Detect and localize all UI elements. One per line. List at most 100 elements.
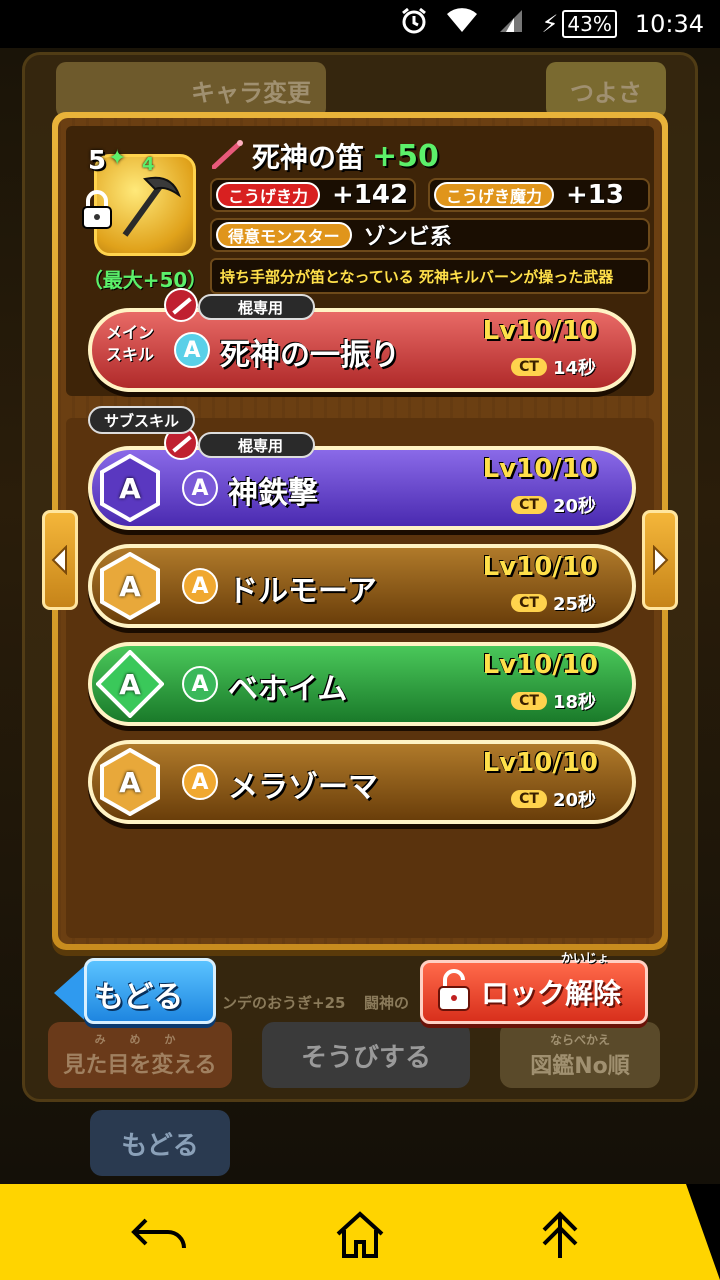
sub-skill-cooldown: CT 20秒 bbox=[511, 786, 596, 812]
background-item-label: 闘神の bbox=[364, 994, 410, 1012]
weapon-detail-panel: 5 ✦ 4 （最大+50） 死神の笛 +50 こうげき力 +142 こうげき魔力… bbox=[52, 112, 668, 950]
ct-badge: CT bbox=[511, 358, 547, 376]
magic-stat: こうげき魔力 +13 bbox=[428, 178, 650, 212]
back-button[interactable]: もどる bbox=[54, 958, 216, 1028]
main-skill-cooldown: CT 14秒 bbox=[511, 354, 596, 380]
home-nav-button[interactable] bbox=[330, 1204, 390, 1264]
sparkle-icon: ✦ bbox=[108, 146, 127, 171]
sub-skill-level: Lv10/10 bbox=[482, 454, 598, 484]
weapon-sub-level: 4 bbox=[142, 154, 155, 175]
weapon-description: 持ち手部分が笛となっている 死神キルバーンが操った武器 bbox=[210, 258, 650, 294]
signal-icon bbox=[496, 8, 524, 40]
ct-value: 20秒 bbox=[552, 790, 596, 811]
chevron-right-icon bbox=[653, 545, 669, 575]
weapon-plus: +50 bbox=[372, 138, 439, 174]
sort-button: ならべかえ 図鑑No順 bbox=[500, 1022, 660, 1088]
scythe-icon bbox=[122, 176, 182, 237]
up-arrows-icon bbox=[542, 1211, 578, 1258]
clock: 10:34 bbox=[634, 10, 704, 38]
main-skill-name: 死神の一振り bbox=[220, 338, 400, 373]
rank-a-badge: A bbox=[182, 764, 218, 800]
home-icon bbox=[336, 1211, 384, 1258]
ct-value: 14秒 bbox=[552, 358, 596, 379]
staff-only-tag: 棍専用 bbox=[198, 294, 316, 320]
ct-value: 25秒 bbox=[552, 594, 596, 615]
background-back-button: もどる bbox=[90, 1110, 230, 1176]
sub-skill-name: メラゾーマ bbox=[228, 770, 378, 805]
skill-hex-icon: A bbox=[96, 454, 164, 522]
rank-a-badge: A bbox=[182, 470, 218, 506]
staff-only-tag: 棍専用 bbox=[198, 432, 316, 458]
attack-value: +142 bbox=[332, 180, 409, 210]
ct-badge: CT bbox=[511, 496, 547, 514]
back-button-label: もどる bbox=[94, 980, 184, 1015]
back-nav-icon bbox=[131, 1218, 186, 1249]
main-skill-level: Lv10/10 bbox=[482, 316, 598, 346]
navigation-bar bbox=[0, 1184, 720, 1280]
attack-label: こうげき力 bbox=[216, 182, 321, 208]
magic-label: こうげき魔力 bbox=[434, 182, 555, 208]
attack-stat: こうげき力 +142 bbox=[210, 178, 416, 212]
weapon-level: 5 bbox=[88, 146, 107, 176]
sub-skill-row[interactable]: A 棍専用 A 神鉄撃 Lv10/10 CT 20秒 bbox=[88, 426, 636, 530]
ct-value: 18秒 bbox=[552, 692, 596, 713]
rank-a-badge: A bbox=[182, 666, 218, 702]
next-arrow-button[interactable] bbox=[642, 510, 678, 610]
favorite-value: ゾンビ系 bbox=[363, 225, 452, 250]
status-bar: ⚡ 43% 10:34 bbox=[0, 0, 720, 48]
skill-hex-icon: A bbox=[96, 650, 164, 718]
favorite-label: 得意モンスター bbox=[216, 222, 352, 248]
weapon-name: 死神の笛 bbox=[252, 141, 365, 174]
sub-skill-cooldown: CT 20秒 bbox=[511, 492, 596, 518]
recent-nav-button[interactable] bbox=[530, 1204, 590, 1264]
sub-skill-row[interactable]: A A ベホイム Lv10/10 CT 18秒 bbox=[88, 642, 636, 726]
sub-skill-level: Lv10/10 bbox=[482, 650, 598, 680]
unlock-button[interactable]: かいじょ ロック解除 bbox=[420, 951, 648, 1024]
rank-a-badge: A bbox=[182, 568, 218, 604]
skill-hex-icon: A bbox=[96, 748, 164, 816]
unlock-ruby: かいじょ bbox=[561, 951, 610, 965]
weapon-title: 死神の笛 +50 bbox=[211, 136, 439, 176]
background-item-label: ンデのおうぎ+25 bbox=[222, 994, 346, 1012]
navbar-corner bbox=[686, 1184, 720, 1280]
sub-skill-cooldown: CT 18秒 bbox=[511, 688, 596, 714]
back-nav-button[interactable] bbox=[130, 1204, 190, 1264]
main-skill-row[interactable]: メイン スキル 棍専用 A 死神の一振り Lv10/10 CT 14秒 bbox=[88, 288, 636, 392]
magic-value: +13 bbox=[566, 180, 624, 210]
sub-skill-name: ベホイム bbox=[228, 672, 348, 707]
sub-skill-level: Lv10/10 bbox=[482, 748, 598, 778]
previous-arrow-button[interactable] bbox=[42, 510, 78, 610]
unlock-button-label: ロック解除 bbox=[481, 977, 622, 1010]
sub-skill-name: ドルモーア bbox=[228, 574, 377, 609]
ct-value: 20秒 bbox=[552, 496, 596, 517]
unlock-icon bbox=[435, 968, 473, 1016]
ct-badge: CT bbox=[511, 692, 547, 710]
flute-icon bbox=[211, 139, 244, 173]
panel-body: 5 ✦ 4 （最大+50） 死神の笛 +50 こうげき力 +142 こうげき魔力… bbox=[58, 118, 662, 944]
equip-button: そうびする bbox=[262, 1022, 470, 1088]
battery-percent: 43% bbox=[562, 10, 617, 38]
sub-skill-row[interactable]: A A メラゾーマ Lv10/10 CT 20秒 bbox=[88, 740, 636, 824]
lock-icon bbox=[80, 190, 114, 234]
tab-change-character: キャラ変更 bbox=[56, 62, 326, 118]
ct-badge: CT bbox=[511, 790, 547, 808]
battery-indicator: ⚡ 43% bbox=[542, 10, 617, 38]
max-refine-label: （最大+50） bbox=[82, 268, 208, 292]
alarm-icon bbox=[400, 7, 428, 41]
staff-only-icon bbox=[164, 288, 198, 322]
chevron-left-icon bbox=[51, 545, 67, 575]
skill-hex-icon: A bbox=[96, 552, 164, 620]
rank-a-badge: A bbox=[174, 332, 210, 368]
charging-icon: ⚡ bbox=[541, 10, 559, 38]
sub-skill-cooldown: CT 25秒 bbox=[511, 590, 596, 616]
ct-badge: CT bbox=[511, 594, 547, 612]
sub-skill-level: Lv10/10 bbox=[482, 552, 598, 582]
change-look-button: み め か 見た目を変える bbox=[48, 1022, 232, 1088]
sub-skill-title: サブスキル bbox=[88, 406, 196, 434]
sub-skill-name: 神鉄撃 bbox=[228, 476, 318, 511]
main-skill-label: メイン スキル bbox=[105, 323, 154, 364]
tab-strength: つよさ bbox=[546, 62, 666, 118]
wifi-icon bbox=[446, 8, 478, 40]
sub-skill-row[interactable]: A A ドルモーア Lv10/10 CT 25秒 bbox=[88, 544, 636, 628]
favorite-monster-stat: 得意モンスター ゾンビ系 bbox=[210, 218, 650, 252]
